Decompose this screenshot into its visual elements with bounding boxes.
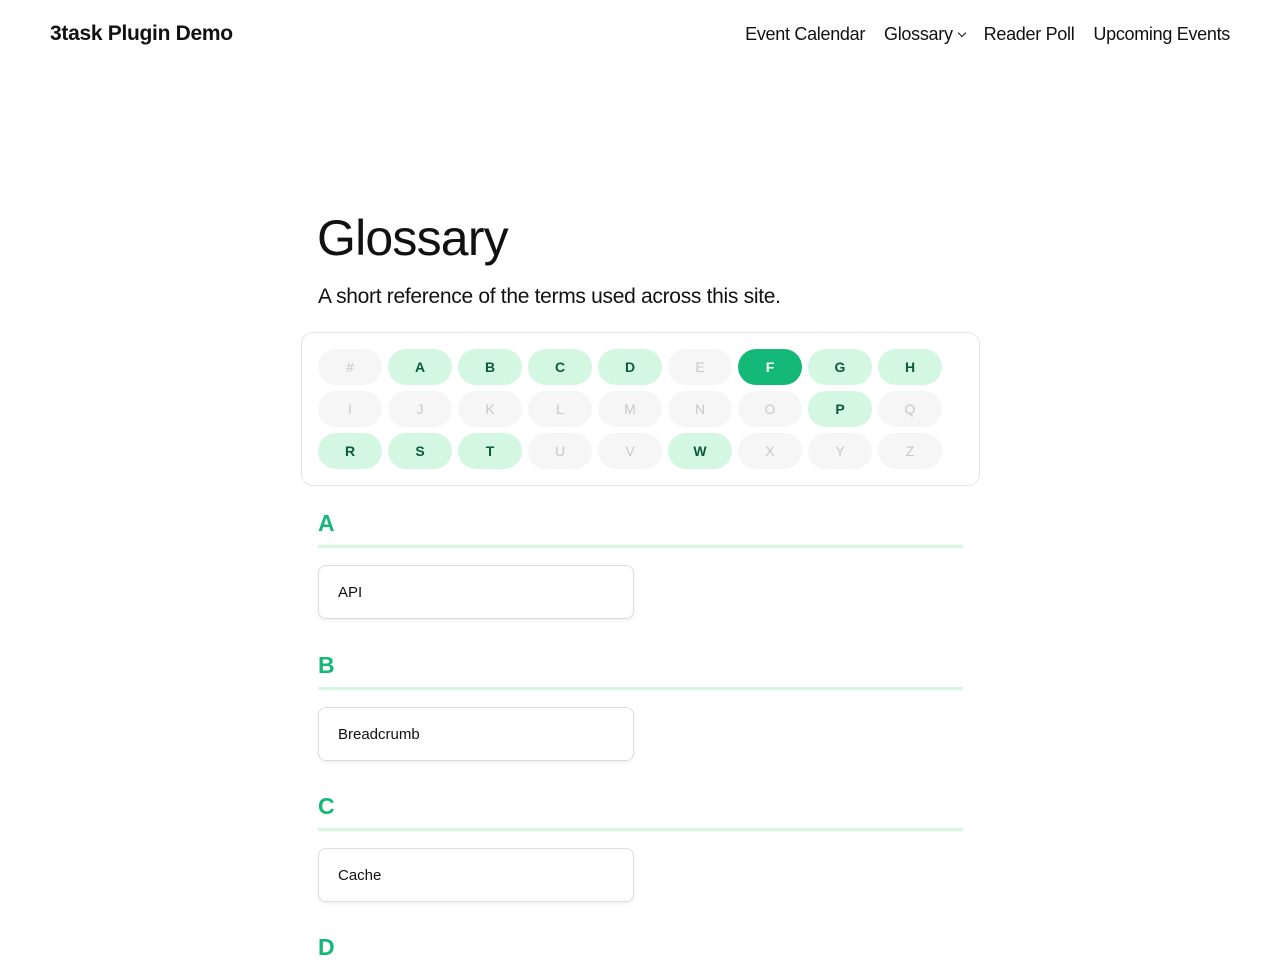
nav-item-upcoming-events[interactable]: Upcoming Events [1093,24,1230,45]
letter-filter-hash: # [318,349,382,385]
alphabet-index: # A B C D E F G H I J K L M N O P Q R S T U V W X Y Z [301,332,980,486]
nav-item-reader-poll[interactable]: Reader Poll [984,24,1075,45]
nav-item-event-calendar[interactable]: Event Calendar [745,24,865,45]
glossary-section-b: B Breadcrumb [318,651,963,761]
nav-item-label: Upcoming Events [1093,24,1230,44]
letter-filter-l: L [528,391,592,427]
letter-filter-q: Q [878,391,942,427]
term-card[interactable]: API [318,565,634,619]
glossary-section-d: D [318,933,963,960]
letter-filter-e: E [668,349,732,385]
letter-filter-i: I [318,391,382,427]
letter-filter-c[interactable]: C [528,349,592,385]
letter-filter-n: N [668,391,732,427]
nav-item-glossary[interactable]: Glossary [884,24,966,45]
section-divider [318,687,963,690]
letter-filter-y: Y [808,433,872,469]
site-header: 3task Plugin Demo Event Calendar Glossar… [0,0,1280,72]
nav-item-label: Reader Poll [983,24,1075,44]
section-divider [318,828,963,831]
site-title[interactable]: 3task Plugin Demo [50,22,233,46]
nav-item-label: Event Calendar [745,24,866,44]
alphabet-grid: # A B C D E F G H I J K L M N O P Q R S T U V W X Y Z [318,349,942,469]
letter-filter-w[interactable]: W [668,433,732,469]
letter-filter-v: V [598,433,662,469]
letter-filter-x: X [738,433,802,469]
chevron-down-icon [957,28,966,37]
letter-filter-o: O [738,391,802,427]
letter-filter-m: M [598,391,662,427]
section-divider [318,545,963,548]
letter-filter-r[interactable]: R [318,433,382,469]
letter-filter-f[interactable]: F [738,349,802,385]
letter-filter-p[interactable]: P [808,391,872,427]
main-nav: Event Calendar Glossary Reader Poll Upco… [745,24,1230,45]
letter-filter-t[interactable]: T [458,433,522,469]
letter-filter-a[interactable]: A [388,349,452,385]
letter-filter-g[interactable]: G [808,349,872,385]
page-subtitle: A short reference of the terms used acro… [318,285,781,308]
section-letter: A [318,510,335,536]
nav-item-label: Glossary [884,24,953,44]
section-letter: B [318,652,335,678]
letter-filter-j: J [388,391,452,427]
term-card[interactable]: Breadcrumb [318,707,634,761]
section-letter: D [318,934,335,960]
glossary-section-a: A API [318,509,963,619]
letter-filter-z: Z [878,433,942,469]
letter-filter-d[interactable]: D [598,349,662,385]
letter-filter-s[interactable]: S [388,433,452,469]
term-card[interactable]: Cache [318,848,634,902]
letter-filter-h[interactable]: H [878,349,942,385]
letter-filter-u: U [528,433,592,469]
letter-filter-k: K [458,391,522,427]
page-title: Glossary [317,210,509,266]
letter-filter-b[interactable]: B [458,349,522,385]
section-letter: C [318,793,335,819]
glossary-section-c: C Cache [318,792,963,902]
